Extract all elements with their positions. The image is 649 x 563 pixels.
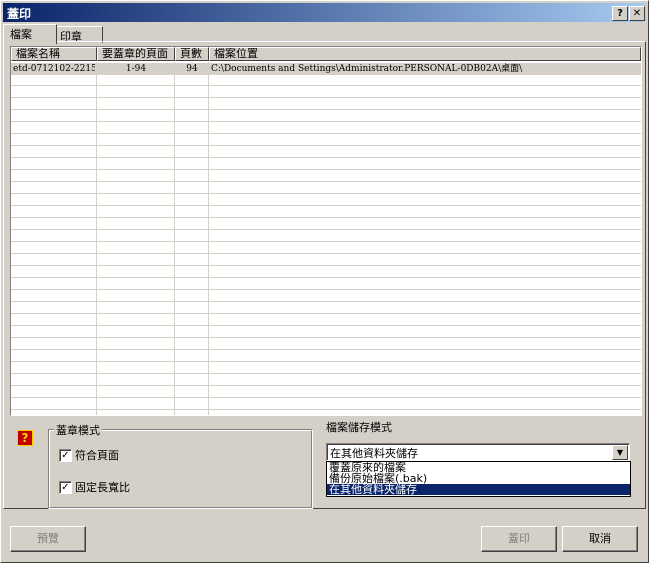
window-title: 蓋印 [7, 7, 32, 21]
fixed-aspect-label[interactable]: 固定長寬比 [75, 479, 130, 495]
fit-page-label[interactable]: 符合頁面 [75, 447, 119, 463]
table-row[interactable]: etd-0712102-2215< 1-94 94 C:\Documents a… [11, 63, 641, 75]
cancel-button[interactable]: 取消 [562, 526, 638, 552]
column-header-filename[interactable]: 檔案名稱 [11, 47, 97, 61]
question-mark-icon[interactable]: ? [17, 430, 33, 446]
save-mode-selected-value: 在其他資料夾儲存 [330, 447, 418, 460]
preview-button[interactable]: 預覽 [10, 526, 86, 552]
save-mode-label: 檔案儲存模式 [326, 421, 392, 434]
title-bar: 蓋印 ? ✕ [3, 3, 646, 22]
stamp-mode-label: 蓋章模式 [54, 422, 102, 438]
file-list[interactable]: 檔案名稱 要蓋章的頁面 頁數 檔案位置 etd-0712102-2215< 1-… [10, 46, 642, 416]
save-mode-dropdown: 覆蓋原來的檔案 備份原始檔案(.bak) 在其他資料夾儲存 [326, 461, 631, 497]
close-button[interactable]: ✕ [629, 6, 645, 21]
stamp-mode-group [48, 429, 313, 509]
column-divider [96, 62, 97, 415]
cell-filename: etd-0712102-2215< [13, 64, 95, 74]
save-option-other-folder[interactable]: 在其他資料夾儲存 [327, 484, 630, 495]
column-divider [174, 62, 175, 415]
column-header-location[interactable]: 檔案位置 [209, 47, 641, 61]
chevron-down-icon[interactable]: ▼ [612, 445, 628, 460]
checkmark-icon: ✓ [61, 482, 70, 493]
column-divider [208, 62, 209, 415]
cell-page-count: 94 [186, 64, 198, 74]
help-button[interactable]: ? [612, 6, 628, 21]
checkmark-icon: ✓ [61, 450, 70, 461]
list-grid [11, 62, 641, 415]
column-header-pages-to-stamp[interactable]: 要蓋章的頁面 [97, 47, 175, 61]
stamp-button[interactable]: 蓋印 [481, 526, 557, 552]
save-mode-select[interactable]: 在其他資料夾儲存 ▼ [326, 443, 630, 461]
cell-pages-to-stamp: 1-94 [125, 64, 147, 74]
tab-files-label: 檔案 [10, 28, 32, 41]
fit-page-checkbox[interactable]: ✓ [59, 449, 72, 462]
tab-files[interactable]: 檔案 [3, 24, 57, 44]
column-header-page-count[interactable]: 頁數 [175, 47, 209, 61]
stamp-dialog: 蓋印 ? ✕ 檔案 印章 檔案名稱 要蓋章的頁面 頁數 檔案位置 etd-071… [0, 0, 649, 563]
cell-location: C:\Documents and Settings\Administrator.… [211, 64, 523, 74]
fixed-aspect-checkbox[interactable]: ✓ [59, 481, 72, 494]
